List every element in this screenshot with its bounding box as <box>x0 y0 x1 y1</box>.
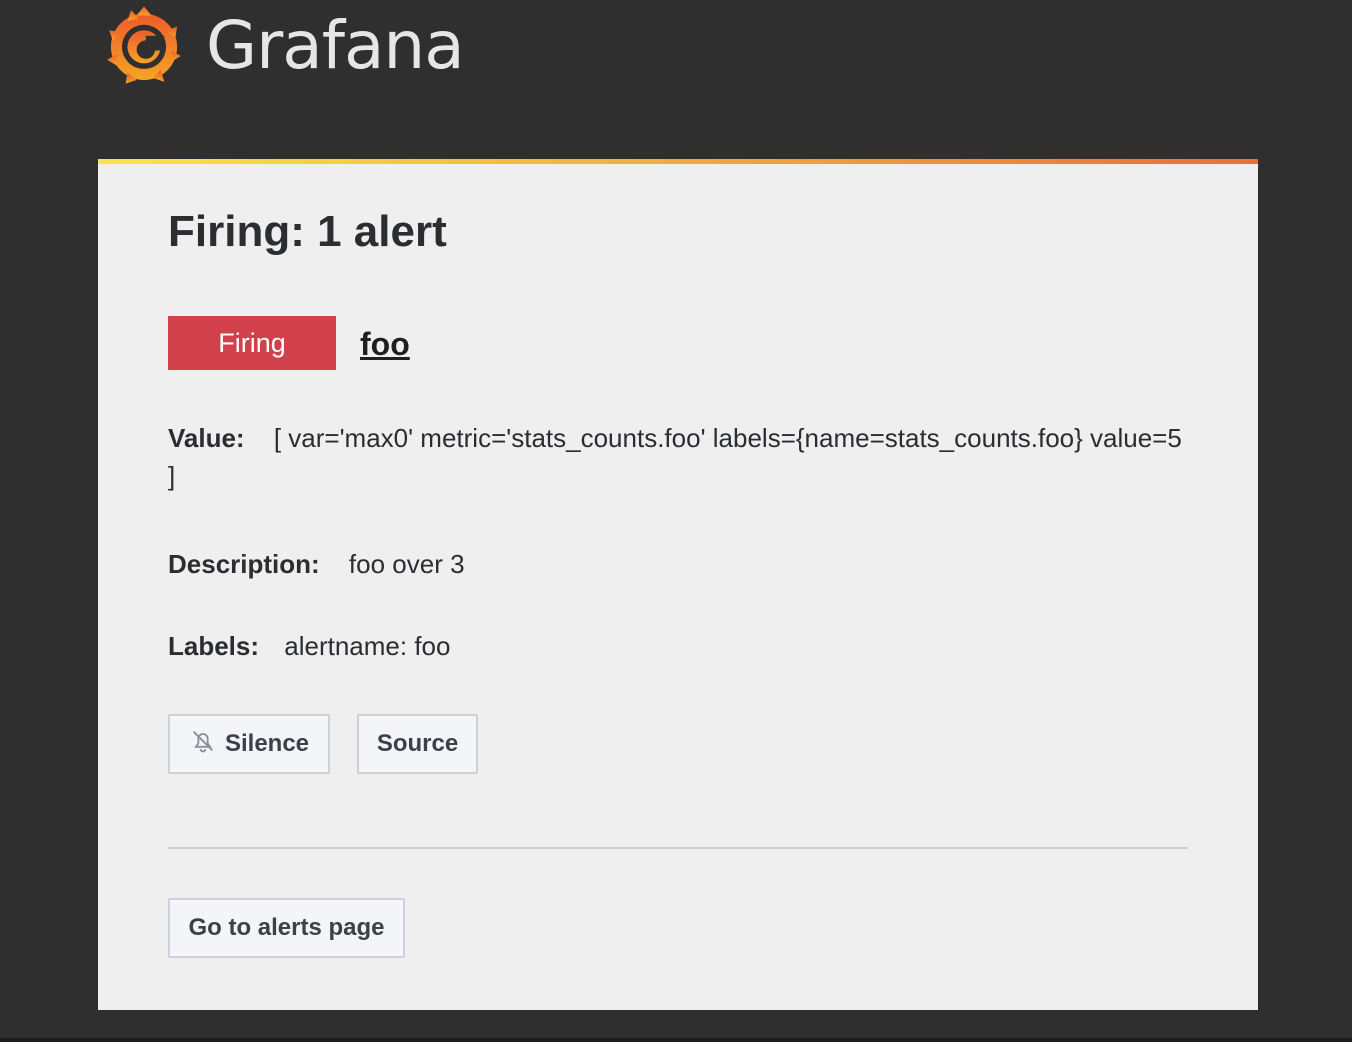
card-accent-bar <box>98 159 1258 164</box>
description-text: foo over 3 <box>348 549 465 579</box>
alert-card: Firing: 1 alert Firing foo Value: [ var=… <box>98 159 1258 1010</box>
value-text: [ var='max0' metric='stats_counts.foo' l… <box>168 423 1182 491</box>
labels-label: Labels: <box>168 631 260 661</box>
alert-name-link[interactable]: foo <box>360 326 410 363</box>
description-row: Description: foo over 3 <box>168 545 465 583</box>
status-badge: Firing <box>168 316 336 370</box>
silence-button[interactable]: Silence <box>168 714 330 774</box>
alert-summary-title: Firing: 1 alert <box>168 207 447 256</box>
labels-text: alertname: foo <box>284 631 451 661</box>
description-label: Description: <box>168 549 320 579</box>
divider <box>168 847 1188 849</box>
grafana-logo-icon <box>107 6 181 84</box>
value-label: Value: <box>168 423 245 453</box>
email-header: Grafana <box>98 0 465 100</box>
source-button[interactable]: Source <box>357 714 478 774</box>
value-row: Value: [ var='max0' metric='stats_counts… <box>168 419 1188 495</box>
footer-edge <box>0 1038 1352 1042</box>
bell-slash-icon <box>192 731 213 753</box>
silence-button-label: Silence <box>224 730 310 757</box>
brand-name: Grafana <box>206 6 465 84</box>
labels-row: Labels: alertname: foo <box>168 627 450 665</box>
go-to-alerts-button[interactable]: Go to alerts page <box>168 898 405 958</box>
